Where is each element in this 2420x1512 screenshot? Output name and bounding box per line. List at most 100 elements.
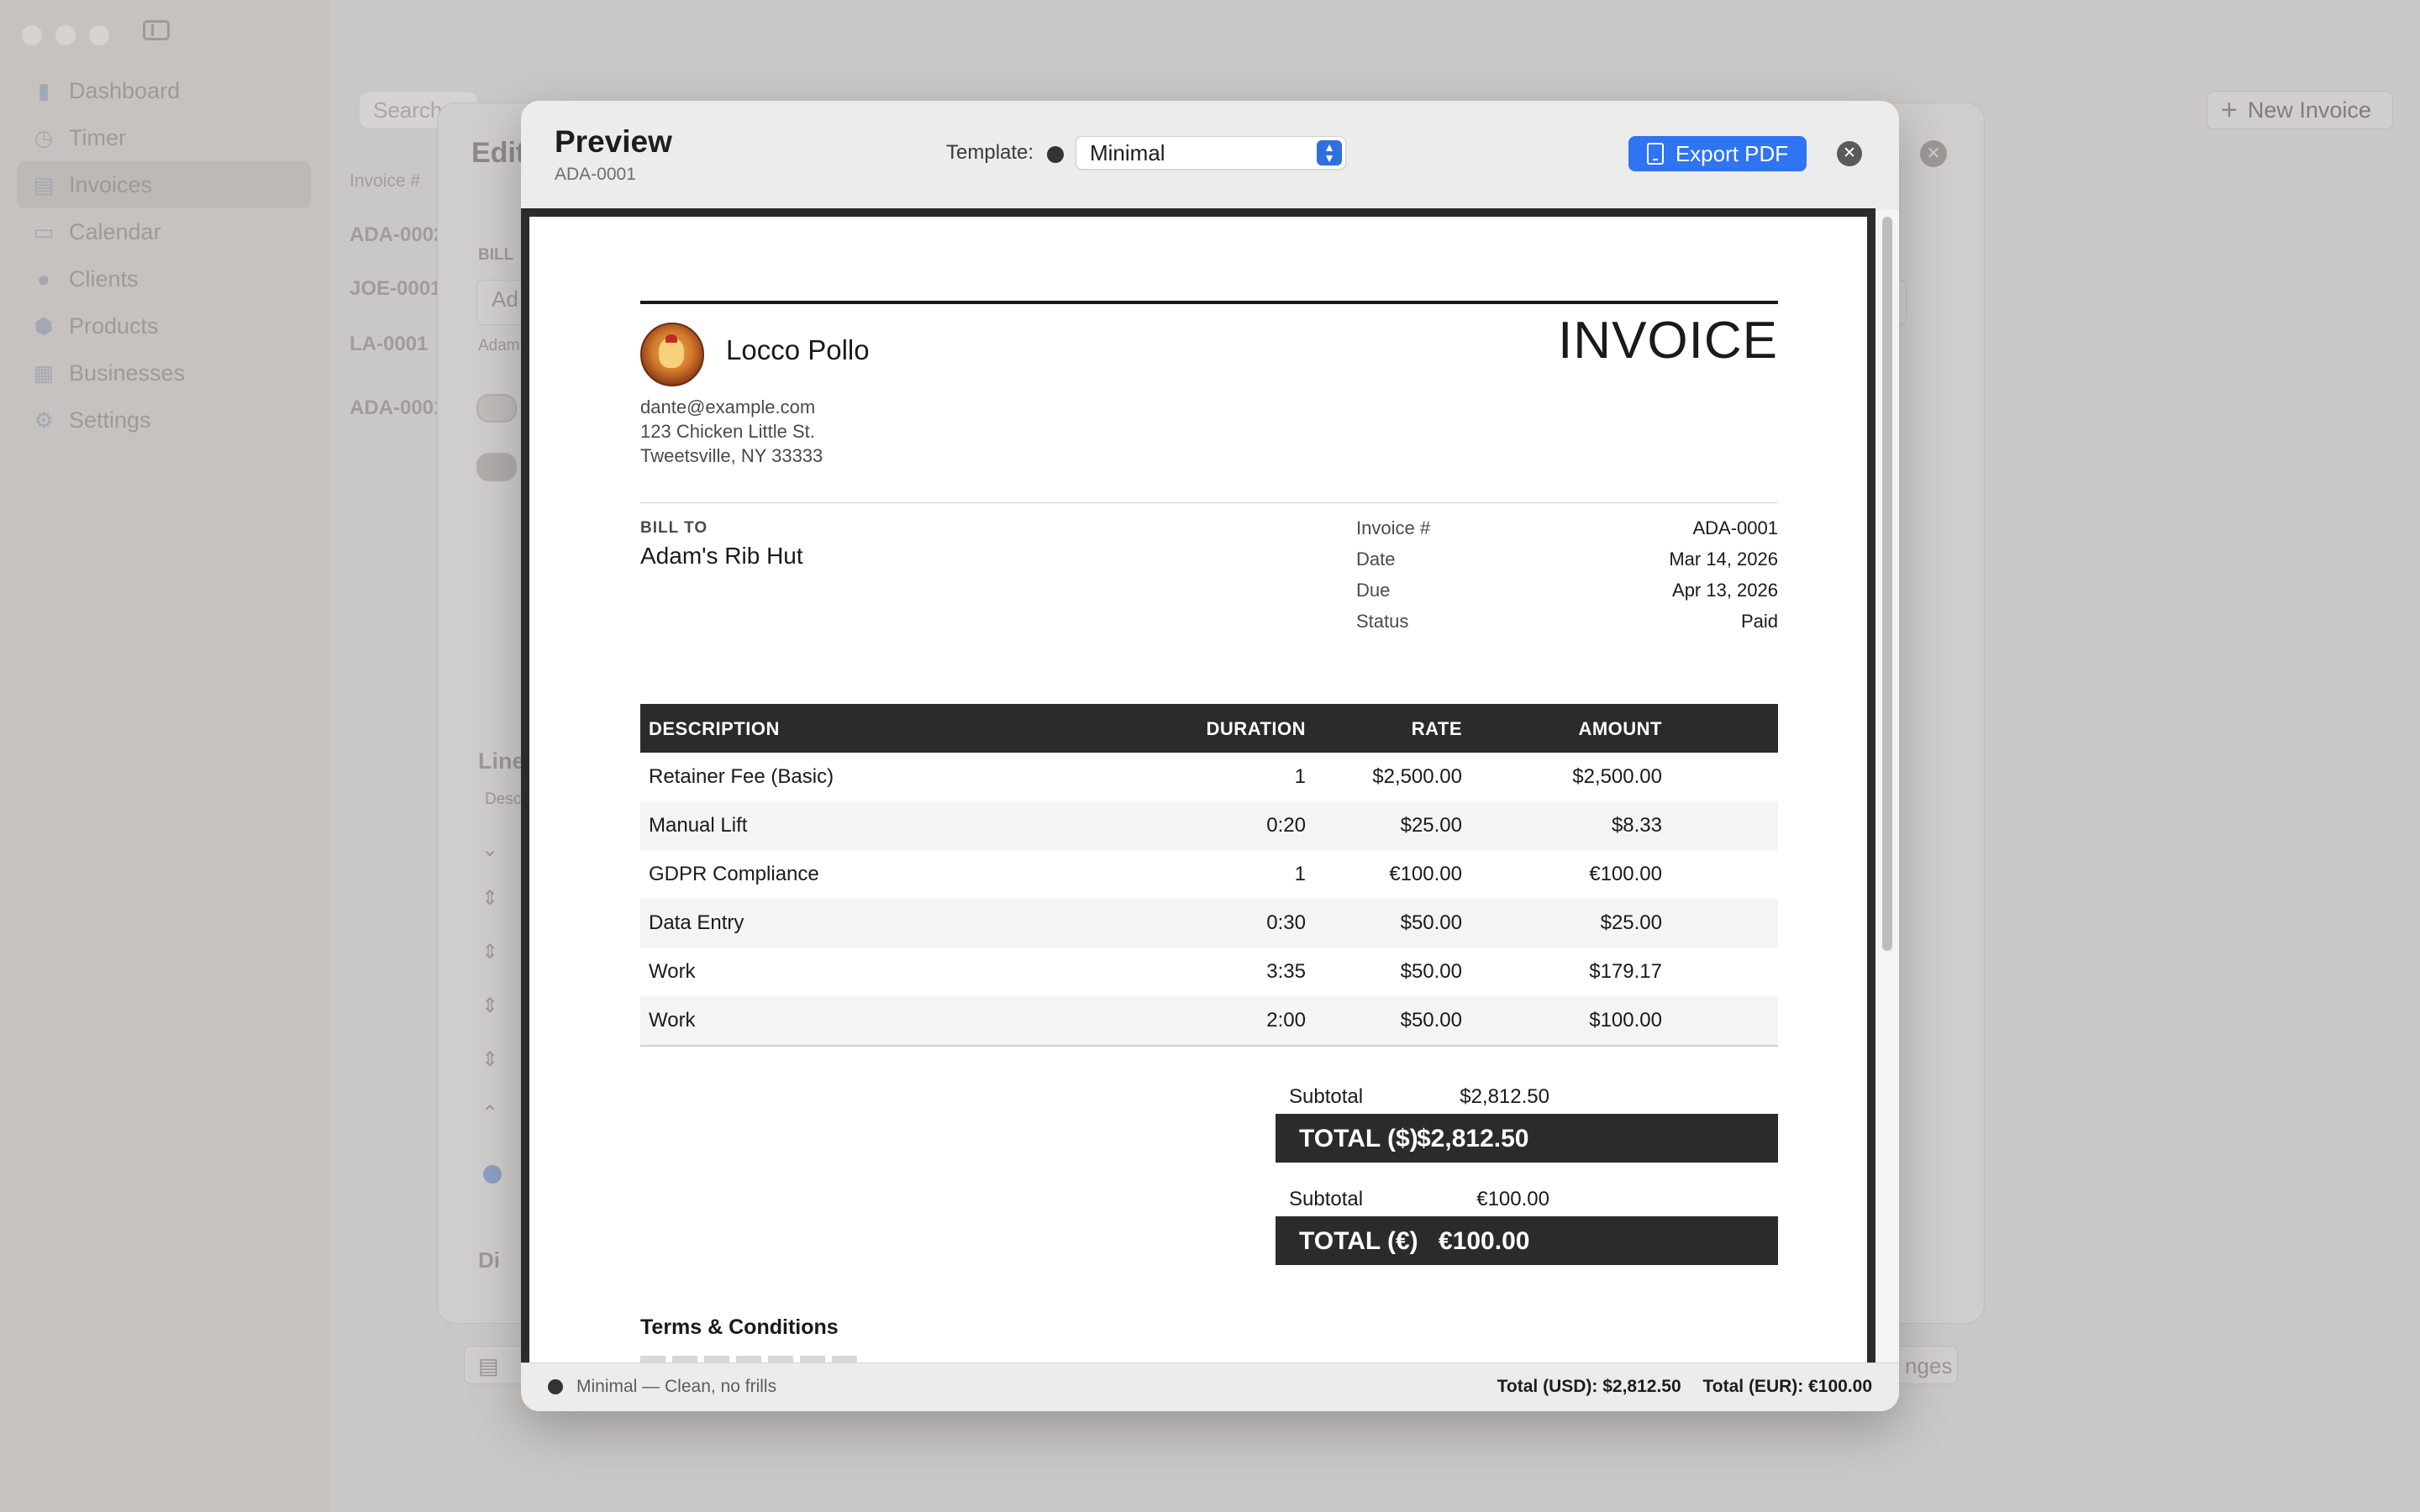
sidebar-nav: ▮ Dashboard ◷ Timer ▤ Invoices ▭ Calenda… xyxy=(17,67,311,444)
table-row: GDPR Compliance 1 €100.00 €100.00 xyxy=(640,850,1778,899)
subtotal-label: Subtotal xyxy=(1289,1085,1364,1108)
meta-value: ADA-0001 xyxy=(1692,517,1778,538)
row-rate: €100.00 xyxy=(1389,863,1462,885)
invoice-list-row[interactable]: LA-0001 xyxy=(350,333,428,356)
stepper-icon[interactable]: ⇕ xyxy=(481,886,498,911)
toggle-switch[interactable] xyxy=(476,453,517,481)
chevron-down-icon[interactable]: ⌄ xyxy=(481,837,498,862)
subtotal-value: $2,812.50 xyxy=(1460,1085,1549,1108)
table-bottom-rule xyxy=(640,1045,1778,1047)
invoice-list-row[interactable]: ADA-0002 xyxy=(350,223,445,247)
row-duration: 3:35 xyxy=(1266,960,1306,983)
template-select-value: Minimal xyxy=(1090,140,1165,165)
discount-section-label[interactable]: Di xyxy=(478,1247,500,1273)
row-amount: $2,500.00 xyxy=(1572,765,1662,788)
table-row: Work 3:35 $50.00 $179.17 xyxy=(640,948,1778,996)
subtotal-label: Subtotal xyxy=(1289,1188,1364,1210)
sidebar-item-products[interactable]: ⬢ Products xyxy=(17,302,311,349)
stepper-icon[interactable]: ⇕ xyxy=(481,994,498,1018)
close-icon[interactable]: ✕ xyxy=(1920,140,1947,167)
sidebar-item-clients[interactable]: ● Clients xyxy=(17,255,311,302)
business-name: Locco Pollo xyxy=(726,334,870,365)
sidebar-item-label: Products xyxy=(69,312,159,339)
sidebar-item-label: Clients xyxy=(69,265,139,291)
total-label: TOTAL (€) xyxy=(1299,1227,1418,1255)
client-subtitle: Adam xyxy=(478,337,520,354)
sidebar-item-calendar[interactable]: ▭ Calendar xyxy=(17,208,311,255)
new-invoice-button[interactable]: + New Invoice xyxy=(2207,91,2393,129)
row-description: Retainer Fee (Basic) xyxy=(649,765,834,788)
sidebar: ▮ Dashboard ◷ Timer ▤ Invoices ▭ Calenda… xyxy=(0,0,330,1512)
column-header-description: DESCRIPTION xyxy=(649,718,780,739)
sidebar-item-label: Settings xyxy=(69,407,151,433)
column-header-duration: DURATION xyxy=(1206,718,1306,739)
sidebar-item-label: Timer xyxy=(69,124,126,150)
table-row: Manual Lift 0:20 $25.00 $8.33 xyxy=(640,801,1778,850)
row-description: Work xyxy=(649,960,696,983)
bill-to-label: BILL TO xyxy=(640,519,708,537)
row-duration: 2:00 xyxy=(1266,1009,1306,1032)
table-row: Work 2:00 $50.00 $100.00 xyxy=(640,996,1778,1045)
sidebar-item-invoices[interactable]: ▤ Invoices xyxy=(17,161,311,208)
close-icon[interactable]: ✕ xyxy=(1837,141,1862,166)
new-invoice-label: New Invoice xyxy=(2247,97,2371,123)
bill-to-name: Adam's Rib Hut xyxy=(640,543,803,569)
column-header-amount: AMOUNT xyxy=(1578,718,1662,739)
save-changes-button[interactable]: nges xyxy=(1891,1346,1958,1384)
row-rate: $50.00 xyxy=(1400,960,1462,983)
template-description: Minimal — Clean, no frills xyxy=(576,1377,777,1396)
zoom-window-button[interactable] xyxy=(89,25,109,45)
invoice-heading: INVOICE xyxy=(1558,312,1778,370)
sidebar-item-label: Businesses xyxy=(69,360,186,386)
row-description: GDPR Compliance xyxy=(649,863,819,885)
sidebar-item-label: Invoices xyxy=(69,171,153,197)
document-icon: ▤ xyxy=(33,171,55,197)
row-amount: $8.33 xyxy=(1611,814,1662,837)
sidebar-item-timer[interactable]: ◷ Timer xyxy=(17,114,311,161)
stepper-icon[interactable]: ⇕ xyxy=(481,1047,498,1072)
sidebar-toggle-icon[interactable] xyxy=(143,20,170,40)
close-window-button[interactable] xyxy=(22,25,42,45)
pdf-document-icon xyxy=(1646,143,1664,165)
row-rate: $50.00 xyxy=(1400,1009,1462,1032)
sidebar-item-label: Dashboard xyxy=(69,77,181,103)
total-bar-eur: TOTAL (€) €100.00 xyxy=(1276,1216,1778,1265)
export-pdf-button[interactable]: Export PDF xyxy=(1628,136,1807,171)
invoice-list-row[interactable]: JOE-0001 xyxy=(350,277,441,301)
sidebar-item-businesses[interactable]: ▦ Businesses xyxy=(17,349,311,396)
people-icon: ● xyxy=(37,265,50,291)
business-email: dante@example.com xyxy=(640,396,816,417)
business-logo xyxy=(640,323,704,386)
add-line-item-icon[interactable] xyxy=(483,1165,502,1184)
row-amount: $25.00 xyxy=(1600,911,1662,934)
building-icon: ▦ xyxy=(33,360,55,386)
business-address-line1: 123 Chicken Little St. xyxy=(640,421,815,442)
meta-value: Paid xyxy=(1740,611,1778,632)
meta-label: Status xyxy=(1356,611,1409,632)
invoice-page: Locco Pollo INVOICE dante@example.com 12… xyxy=(529,217,1867,1411)
row-duration: 0:20 xyxy=(1266,814,1306,837)
toggle-switch[interactable] xyxy=(476,394,517,423)
meta-label: Date xyxy=(1356,549,1396,570)
description-column-label: Desc xyxy=(485,790,522,808)
sidebar-item-label: Calendar xyxy=(69,218,161,244)
client-field-value: Ad xyxy=(492,286,518,312)
row-rate: $2,500.00 xyxy=(1372,765,1462,788)
row-amount: €100.00 xyxy=(1589,863,1662,885)
minimize-window-button[interactable] xyxy=(55,25,76,45)
total-value: €100.00 xyxy=(1439,1227,1530,1255)
preview-scrollbar-thumb[interactable] xyxy=(1882,217,1892,951)
stepper-icon[interactable]: ⇕ xyxy=(481,940,498,964)
template-select[interactable]: Minimal ▲ ▼ xyxy=(1076,136,1346,170)
sidebar-item-settings[interactable]: ⚙ Settings xyxy=(17,396,311,444)
bill-to-label: BILL xyxy=(478,246,514,264)
header-rule xyxy=(640,301,1778,304)
row-duration: 0:30 xyxy=(1266,911,1306,934)
row-description: Work xyxy=(649,1009,696,1032)
invoice-list-row[interactable]: ADA-0001 xyxy=(350,396,445,420)
column-header-rate: RATE xyxy=(1411,718,1462,739)
chevron-up-icon[interactable]: ⌃ xyxy=(481,1101,498,1126)
sidebar-item-dashboard[interactable]: ▮ Dashboard xyxy=(17,67,311,114)
invoice-list-header: Invoice # xyxy=(350,171,421,191)
row-amount: $100.00 xyxy=(1589,1009,1662,1032)
